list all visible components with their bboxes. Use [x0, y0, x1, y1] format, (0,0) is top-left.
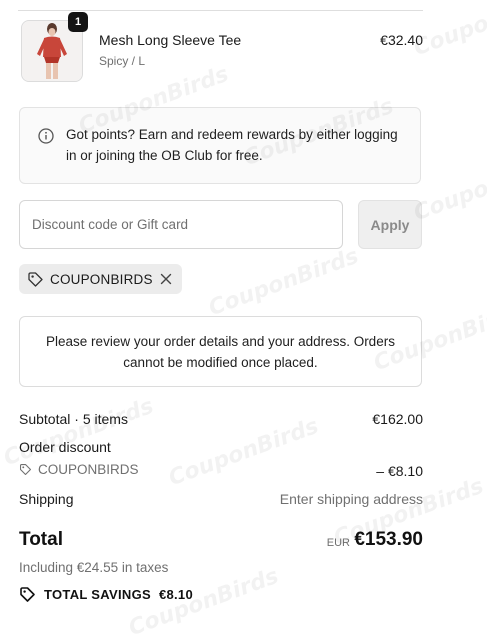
- applied-discount-code: COUPONBIRDS: [50, 271, 153, 287]
- watermark: CouponBirds: [165, 413, 322, 492]
- shipping-value: Enter shipping address: [279, 491, 423, 507]
- taxes-note: Including €24.55 in taxes: [19, 560, 169, 575]
- quantity-badge: 1: [68, 12, 88, 32]
- order-discount-code-row: COUPONBIRDS: [19, 462, 139, 477]
- tag-icon: [28, 271, 43, 287]
- total-savings-label: TOTAL SAVINGS: [44, 587, 151, 602]
- tag-icon: [19, 463, 32, 476]
- product-variant: Spicy / L: [99, 54, 146, 68]
- previous-item-divider: [18, 0, 423, 11]
- subtotal-label: Subtotal · 5 items: [19, 411, 128, 427]
- watermark: CouponBirds: [205, 243, 362, 322]
- total-currency: EUR: [326, 537, 350, 549]
- apply-button[interactable]: Apply: [358, 200, 422, 249]
- points-notice-text: Got points? Earn and redeem rewards by e…: [66, 127, 398, 163]
- product-name: Mesh Long Sleeve Tee: [99, 32, 242, 48]
- review-order-notice: Please review your order details and you…: [19, 316, 422, 387]
- total-label: Total: [19, 529, 63, 550]
- shipping-label: Shipping: [19, 491, 74, 507]
- order-discount-code: COUPONBIRDS: [38, 462, 139, 477]
- applied-discount-chip: COUPONBIRDS: [19, 264, 182, 294]
- total-savings: TOTAL SAVINGS €8.10: [19, 586, 193, 603]
- watermark: CouponBirds: [0, 393, 157, 472]
- tag-icon: [20, 587, 35, 602]
- order-discount-value: – €8.10: [376, 463, 423, 479]
- points-notice: Got points? Earn and redeem rewards by e…: [19, 107, 421, 184]
- total-value: €153.90: [354, 529, 423, 550]
- subtotal-value: €162.00: [372, 411, 423, 427]
- total-savings-value: €8.10: [158, 587, 193, 602]
- product-price: €32.40: [380, 32, 423, 48]
- close-icon[interactable]: [159, 272, 173, 286]
- discount-code-input[interactable]: [19, 200, 343, 249]
- info-icon: [38, 128, 54, 144]
- order-discount-label: Order discount: [19, 439, 111, 455]
- review-order-notice-text: Please review your order details and you…: [46, 333, 395, 370]
